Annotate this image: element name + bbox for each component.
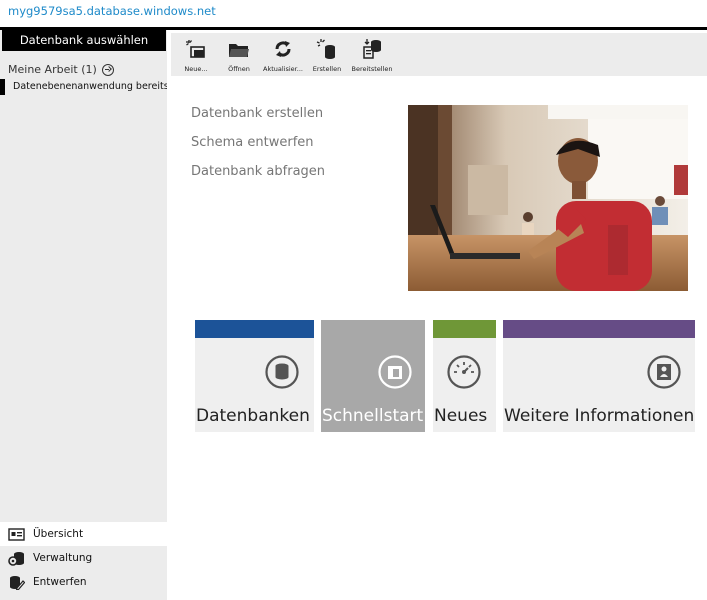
nav-administration[interactable]: Verwaltung (0, 546, 167, 570)
active-marker (0, 79, 5, 95)
tile-quickstart-label: Schnellstart (322, 406, 424, 426)
deploy-icon (361, 38, 383, 60)
database-icon (265, 355, 299, 389)
task-links: Datenbank erstellen Schema entwerfen Dat… (191, 106, 325, 193)
open-folder-icon (228, 38, 250, 60)
app-window: myg9579sa5.database.windows.net Datenban… (0, 0, 707, 600)
design-schema-link[interactable]: Schema entwerfen (191, 135, 325, 164)
hero-photo (408, 105, 688, 291)
refresh-icon (272, 38, 294, 60)
tile-quickstart[interactable]: Schnellstart (321, 320, 425, 432)
design-icon (8, 575, 26, 591)
quickstart-icon (378, 355, 412, 389)
whats-new-icon (447, 355, 481, 389)
tile-databases-bar (195, 320, 314, 338)
tile-more-info-bar (503, 320, 695, 338)
tile-more-info[interactable]: Weitere Informationen (503, 320, 695, 432)
tile-more-info-label: Weitere Informationen (504, 406, 695, 426)
work-item[interactable]: Datenebenenanwendung bereitstellen (0, 79, 167, 95)
new-query-label: Neue... (184, 65, 208, 73)
administration-icon (8, 551, 25, 566)
open-label: Öffnen (228, 65, 250, 73)
toolbar: Neue... Öffnen Aktualisier... Erstellen … (171, 33, 707, 76)
query-database-link[interactable]: Datenbank abfragen (191, 164, 325, 193)
refresh-label: Aktualisier... (263, 65, 303, 73)
nav-overview[interactable]: Übersicht (0, 522, 167, 546)
deploy-label: Bereitstellen (351, 65, 393, 73)
create-label: Erstellen (312, 65, 342, 73)
create-database-icon (316, 38, 338, 60)
overview-icon (8, 527, 25, 542)
refresh-button[interactable]: Aktualisier... (260, 33, 306, 76)
more-info-icon (647, 355, 681, 389)
nav-administration-label: Verwaltung (33, 552, 93, 564)
create-button[interactable]: Erstellen (304, 33, 350, 76)
nav-design[interactable]: Entwerfen (0, 570, 167, 594)
my-work-header[interactable]: Meine Arbeit (1) (8, 63, 114, 76)
new-query-icon (185, 38, 207, 60)
select-database-button[interactable]: Datenbank auswählen (2, 30, 166, 51)
deploy-button[interactable]: Bereitstellen (349, 33, 395, 76)
create-database-link[interactable]: Datenbank erstellen (191, 106, 325, 135)
tile-whats-new-label: Neues (434, 406, 488, 426)
open-button[interactable]: Öffnen (216, 33, 262, 76)
work-item-label: Datenebenenanwendung bereitstellen (13, 81, 167, 92)
go-arrow-icon[interactable] (101, 63, 114, 76)
tile-quickstart-bar (321, 320, 425, 338)
nav-overview-label: Übersicht (33, 528, 84, 540)
tile-whats-new-bar (433, 320, 496, 338)
nav-design-label: Entwerfen (33, 576, 87, 588)
sidebar: Datenbank auswählen Meine Arbeit (1) Dat… (0, 30, 167, 600)
tile-databases-label: Datenbanken (196, 406, 310, 426)
my-work-label: Meine Arbeit (1) (8, 63, 97, 76)
new-query-button[interactable]: Neue... (173, 33, 219, 76)
tile-whats-new[interactable]: Neues (433, 320, 496, 432)
tile-databases[interactable]: Datenbanken (195, 320, 314, 432)
server-name-link[interactable]: myg9579sa5.database.windows.net (8, 4, 216, 18)
